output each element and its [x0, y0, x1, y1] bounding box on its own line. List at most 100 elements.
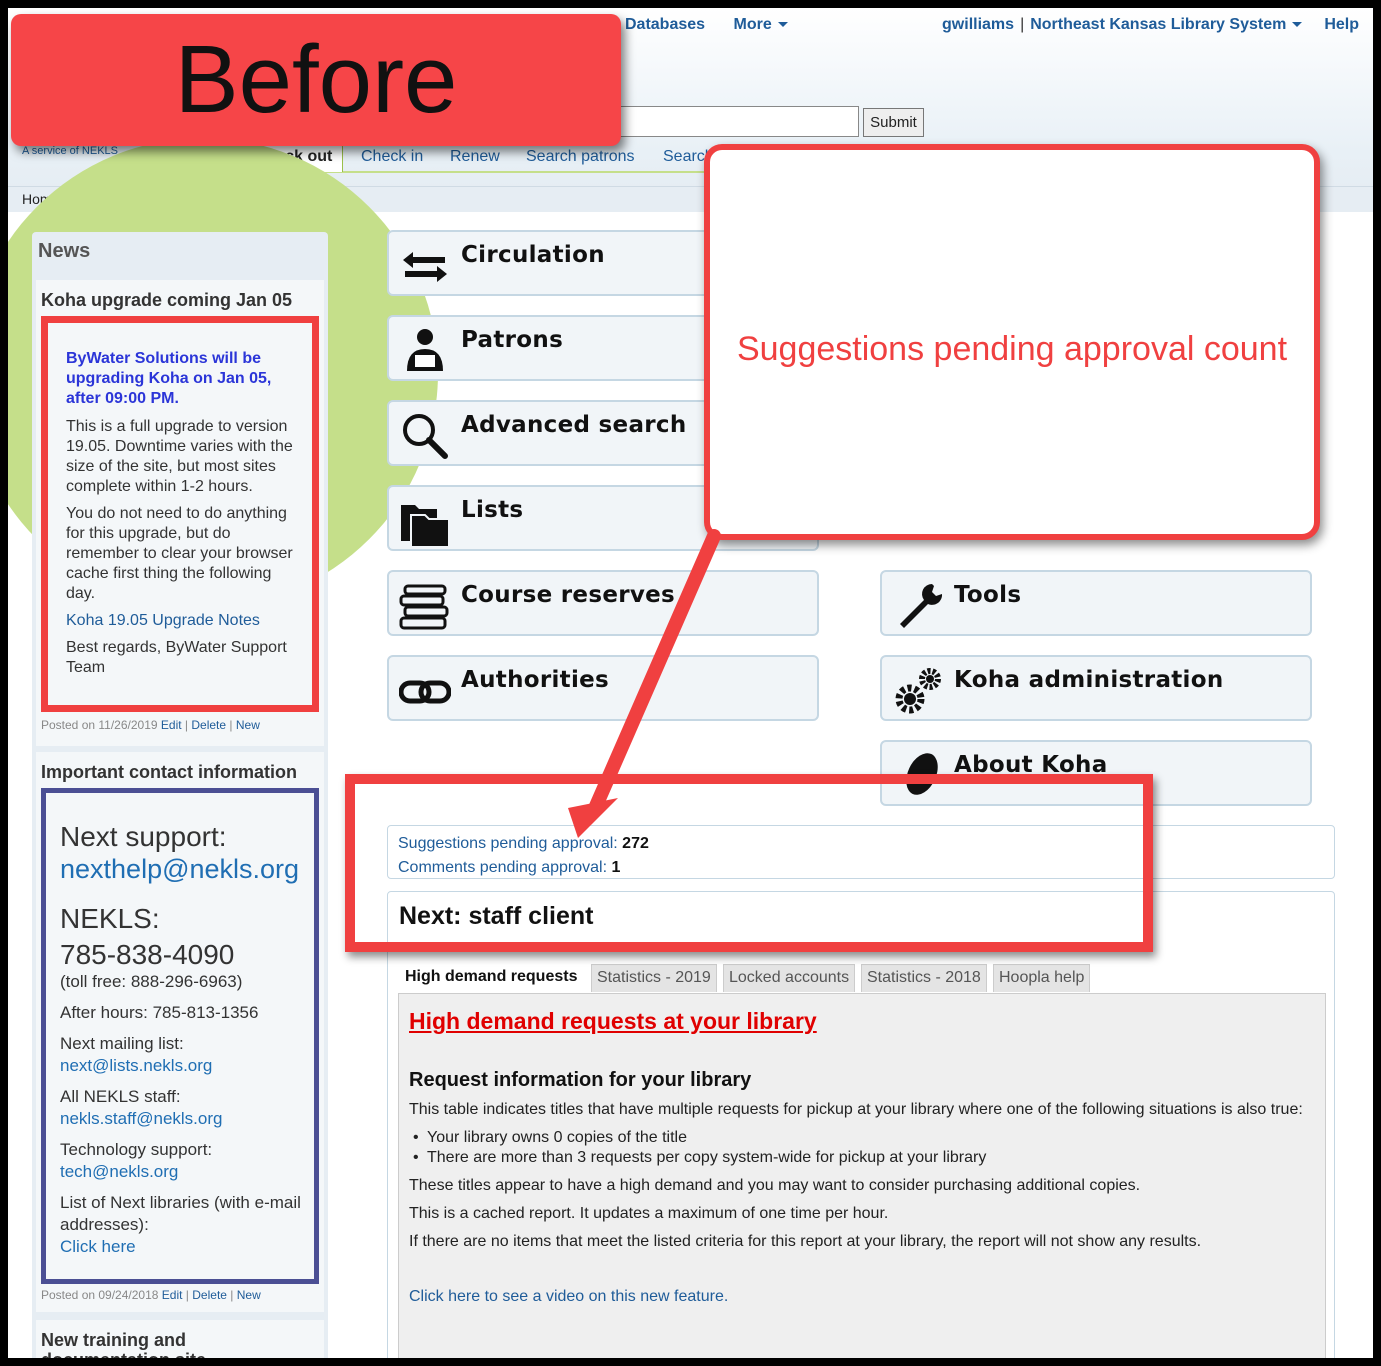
video-link[interactable]: Click here to see a video on this new fe…: [409, 1288, 1315, 1306]
next-support-email[interactable]: nexthelp@nekls.org: [60, 853, 304, 885]
tech-support-email[interactable]: tech@nekls.org: [60, 1161, 304, 1183]
new-link[interactable]: New: [237, 1288, 261, 1302]
before-label: Before: [174, 26, 458, 133]
delete-link[interactable]: Delete: [192, 1288, 227, 1302]
news-heading: Important contact information: [41, 762, 297, 782]
news-item: Koha upgrade coming Jan 05 ByWater Solut…: [36, 280, 324, 746]
separator: |: [1020, 16, 1025, 33]
library-menu[interactable]: Northeast Kansas Library System: [1030, 16, 1303, 33]
tab-high-demand[interactable]: High demand requests: [400, 964, 583, 992]
nav-databases[interactable]: Databases: [625, 16, 705, 33]
patrons-icon: [407, 329, 443, 371]
news-sidebar: News Koha upgrade coming Jan 05 ByWater …: [32, 232, 328, 1358]
module-label: Lists: [461, 497, 524, 523]
highlight-rectangle: [345, 774, 1153, 952]
posted-info: Posted on 09/24/2018 Edit | Delete | New: [41, 1288, 261, 1302]
demand-paragraph: These titles appear to have a high deman…: [409, 1177, 1141, 1194]
tech-support-label: Technology support:: [60, 1140, 213, 1159]
nav-more[interactable]: More: [734, 16, 788, 33]
module-koha-administration[interactable]: Koha administration: [880, 655, 1312, 721]
module-label: Advanced search: [461, 412, 687, 438]
library-list-label: List of Next libraries (with e-mail addr…: [60, 1193, 301, 1234]
module-label: Koha administration: [954, 667, 1224, 693]
module-label: Circulation: [461, 242, 605, 268]
news-paragraph: You do not need to do anything for this …: [66, 505, 293, 602]
nekls-phone: 785-838-4090: [60, 939, 235, 970]
tab-check-in[interactable]: Check in: [361, 148, 423, 166]
module-label: Tools: [954, 582, 1022, 608]
posted-date: Posted on 09/24/2018: [41, 1288, 159, 1302]
module-tools[interactable]: Tools: [880, 570, 1312, 636]
service-text: A service of NEKLS: [22, 145, 118, 157]
help-link[interactable]: Help: [1324, 16, 1359, 33]
before-annotation: Before: [11, 14, 621, 146]
top-nav-left: Databases More: [625, 16, 812, 34]
news-title: News: [38, 240, 91, 262]
books-icon: [399, 584, 449, 630]
nekls-label: NEKLS:: [60, 903, 160, 934]
callout-text: Suggestions pending approval count: [736, 330, 1288, 368]
all-staff-email[interactable]: nekls.staff@nekls.org: [60, 1108, 304, 1130]
mailing-list-email[interactable]: next@lists.nekls.org: [60, 1055, 304, 1077]
top-nav-right: gwilliams | Northeast Kansas Library Syste…: [942, 16, 1359, 34]
no-results-paragraph: If there are no items that meet the list…: [409, 1233, 1202, 1250]
search-icon: [403, 414, 448, 459]
news-item: Important contact information Next suppo…: [36, 752, 324, 1312]
tab-renew[interactable]: Renew: [450, 148, 500, 166]
delete-link[interactable]: Delete: [191, 718, 226, 732]
high-demand-link[interactable]: High demand requests at your library: [409, 1008, 1315, 1035]
new-link[interactable]: New: [236, 718, 260, 732]
tab-search-patrons[interactable]: Search patrons: [526, 148, 635, 166]
upgrade-notes-link[interactable]: Koha 19.05 Upgrade Notes: [66, 611, 298, 631]
news-headline: ByWater Solutions will be upgrading Koha…: [66, 350, 272, 407]
tab-statistics-2018[interactable]: Statistics - 2018: [861, 964, 987, 992]
search-input[interactable]: [618, 106, 859, 137]
module-label: Authorities: [461, 667, 610, 693]
next-support-label: Next support:: [60, 821, 227, 852]
all-staff-label: All NEKLS staff:: [60, 1087, 181, 1106]
click-here-link[interactable]: Click here: [60, 1236, 304, 1258]
news-body-highlighted: ByWater Solutions will be upgrading Koha…: [41, 316, 319, 712]
nav-more-label: More: [733, 16, 772, 33]
edit-link[interactable]: Edit: [162, 1288, 183, 1302]
list-item: There are more than 3 requests per copy …: [409, 1148, 1315, 1168]
module-label: Course reserves: [461, 582, 676, 608]
posted-date: Posted on 11/26/2019: [41, 718, 158, 732]
screenshot-frame: Databases More gwilliams | Northeast Kansa…: [8, 8, 1373, 1358]
list-item: Your library owns 0 copies of the title: [409, 1128, 1315, 1148]
tab-content: High demand requests at your library Req…: [398, 993, 1326, 1358]
intro-paragraph: This table indicates titles that have mu…: [409, 1101, 1303, 1118]
main-panel: Next: staff client High demand requests …: [387, 891, 1335, 1358]
wrench-icon: [900, 584, 943, 628]
submit-button[interactable]: Submit: [863, 108, 924, 137]
folder-icon: [401, 505, 450, 547]
news-item: New training and documentation site: [36, 1320, 324, 1358]
criteria-list: Your library owns 0 copies of the title …: [409, 1128, 1315, 1168]
cached-paragraph: This is a cached report. It updates a ma…: [409, 1205, 889, 1222]
module-course-reserves[interactable]: Course reserves: [387, 570, 819, 636]
edit-link[interactable]: Edit: [161, 718, 182, 732]
circulation-icon: [403, 252, 447, 282]
chevron-down-icon: [777, 22, 788, 28]
user-menu[interactable]: gwilliams: [942, 16, 1014, 33]
chevron-down-icon: [1292, 22, 1303, 28]
news-heading: Koha upgrade coming Jan 05: [41, 290, 293, 310]
tab-hoopla-help[interactable]: Hoopla help: [993, 964, 1091, 992]
callout-box: Suggestions pending approval count: [704, 144, 1320, 540]
library-name: Northeast Kansas Library System: [1030, 16, 1287, 33]
request-info-heading: Request information for your library: [409, 1069, 752, 1091]
gears-icon: [895, 668, 941, 714]
posted-info: Posted on 11/26/2019 Edit | Delete | New: [41, 718, 260, 732]
contact-info-box: Next support: nexthelp@nekls.org NEKLS: …: [41, 788, 319, 1284]
news-paragraph: This is a full upgrade to version 19.05.…: [66, 418, 293, 495]
module-label: Patrons: [461, 327, 564, 353]
after-hours: After hours: 785-813-1356: [60, 1003, 259, 1022]
news-heading: New training and documentation site: [41, 1330, 206, 1358]
module-authorities[interactable]: Authorities: [387, 655, 819, 721]
tab-locked-accounts[interactable]: Locked accounts: [723, 964, 856, 992]
link-icon: [399, 680, 451, 704]
toll-free: (toll free: 888-296-6963): [60, 972, 243, 991]
news-paragraph: Best regards, ByWater Support Team: [66, 639, 287, 676]
tab-statistics-2019[interactable]: Statistics - 2019: [591, 964, 717, 992]
mailing-list-label: Next mailing list:: [60, 1034, 184, 1053]
